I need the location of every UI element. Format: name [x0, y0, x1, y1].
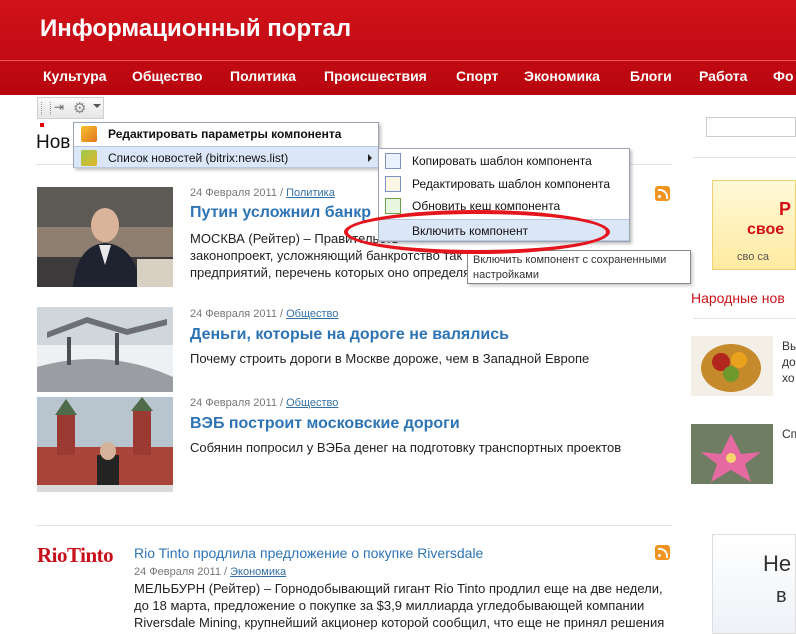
news-category-link[interactable]: Общество — [286, 308, 338, 320]
people-news-heading[interactable]: Народные нов — [691, 290, 785, 306]
rss-icon[interactable] — [655, 545, 670, 560]
nav-item-incidents[interactable]: Происшествия — [324, 68, 427, 84]
news-title[interactable]: Деньги, которые на дороге не валялись — [190, 326, 509, 344]
component-icon — [81, 150, 97, 166]
nav-item-politics[interactable]: Политика — [230, 68, 296, 84]
edit-template-icon — [385, 176, 401, 192]
tooltip: Включить компонент с сохраненными настро… — [467, 250, 691, 284]
component-toolbar[interactable]: ⇥ ⚙ — [37, 97, 104, 119]
news-summary: Почему строить дороги в Москве дороже, ч… — [190, 351, 590, 366]
divider — [693, 318, 796, 319]
ad-banner-bottom[interactable]: Не в — [712, 534, 796, 634]
nav-item-culture[interactable]: Культура — [43, 68, 107, 84]
news-date: 24 Февраля 2011 / Общество — [190, 308, 339, 320]
nav-item-jobs[interactable]: Работа — [699, 68, 747, 84]
refresh-cache-icon — [385, 198, 401, 214]
search-input[interactable] — [706, 117, 796, 137]
chevron-right-icon — [368, 154, 372, 162]
header-divider — [0, 60, 796, 61]
menu-item-enable-component[interactable]: Включить компонент — [379, 219, 629, 241]
people-news-text: Вы до хо — [782, 339, 796, 385]
menu-item-edit-params[interactable]: Редактировать параметры компонента — [74, 123, 378, 145]
news-date: 24 Февраля 2011 / Экономика — [134, 566, 287, 578]
menu-item-refresh-cache[interactable]: Обновить кеш компонента — [379, 195, 629, 217]
divider — [36, 525, 672, 526]
news-title[interactable]: Rio Tinto продлила предложение о покупке… — [134, 545, 483, 561]
component-marker — [40, 123, 44, 127]
news-category-link[interactable]: Политика — [286, 187, 335, 199]
chevron-down-icon[interactable] — [93, 104, 101, 108]
news-date: 24 Февраля 2011 / Политика — [190, 187, 335, 199]
riotinto-logo[interactable]: RioTinto — [37, 543, 114, 568]
menu-item-news-list[interactable]: Список новостей (bitrix:news.list) — [74, 146, 378, 168]
site-title[interactable]: Информационный портал — [40, 15, 351, 43]
ad-banner-top[interactable]: Р свое сво са — [712, 180, 796, 270]
news-image-putin[interactable] — [37, 187, 173, 287]
drag-handle-icon[interactable] — [41, 102, 51, 115]
news-image-kremlin[interactable] — [37, 397, 173, 492]
menu-item-copy-template[interactable]: Копировать шаблон компонента — [379, 150, 629, 172]
nav-item-photo[interactable]: Фо — [773, 68, 794, 84]
people-news-image-flower[interactable] — [691, 424, 773, 484]
news-date: 24 Февраля 2011 / Общество — [190, 397, 339, 409]
main-nav: Культура Общество Политика Происшествия … — [0, 62, 796, 95]
section-heading: Нов — [36, 132, 71, 153]
menu-item-edit-template[interactable]: Редактировать шаблон компонента — [379, 173, 629, 195]
news-summary: МЕЛЬБУРН (Рейтер) – Горнодобывающий гига… — [134, 581, 665, 630]
news-category-link[interactable]: Общество — [286, 397, 338, 409]
pin-icon[interactable]: ⇥ — [54, 100, 64, 114]
news-category-link[interactable]: Экономика — [230, 566, 286, 578]
nav-item-society[interactable]: Общество — [132, 68, 203, 84]
site-header: Информационный портал Культура Общество … — [0, 0, 796, 95]
rss-icon[interactable] — [655, 186, 670, 201]
nav-item-sport[interactable]: Спорт — [456, 68, 498, 84]
people-news-text: Сп — [782, 427, 796, 441]
news-title[interactable]: ВЭБ построит московские дороги — [190, 415, 460, 433]
settings-icon — [81, 126, 97, 142]
component-context-menu: Редактировать параметры компонента Списо… — [73, 122, 379, 168]
news-title[interactable]: Путин усложнил банкр — [190, 204, 371, 222]
component-submenu: Копировать шаблон компонента Редактирова… — [378, 148, 630, 242]
people-news-image-fruit[interactable] — [691, 336, 773, 396]
copy-template-icon — [385, 153, 401, 169]
news-image-road[interactable] — [37, 307, 173, 392]
news-summary: Собянин попросил у ВЭБа денег на подгото… — [190, 440, 622, 455]
gear-icon[interactable]: ⚙ — [73, 99, 86, 117]
nav-item-blogs[interactable]: Блоги — [630, 68, 672, 84]
divider — [693, 157, 796, 158]
nav-item-economy[interactable]: Экономика — [524, 68, 600, 84]
